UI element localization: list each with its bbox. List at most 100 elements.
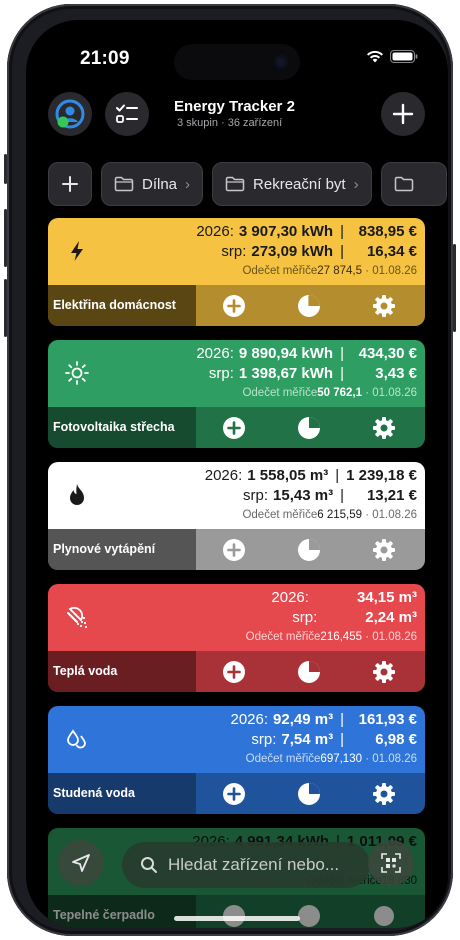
- checklist-icon: [116, 104, 138, 123]
- group-chip-label: Rekreační byt: [253, 175, 346, 193]
- settings-button[interactable]: [372, 660, 396, 684]
- stats-button[interactable]: [297, 782, 321, 806]
- folder-icon: [394, 176, 413, 192]
- battery-icon: [390, 50, 418, 63]
- add-group-button[interactable]: [48, 162, 92, 206]
- month-row: srp: 7,54 m³ | 6,98 €: [251, 731, 417, 748]
- device-card-hot-water[interactable]: 2026: 34,15 m³ srp: 2,24 m³ Odečet měřiče2…: [48, 584, 425, 692]
- folder-icon: [114, 176, 134, 192]
- card-actions-bar: Elektřina domácnost: [48, 285, 425, 326]
- year-row: 2026: 1 558,05 m³ | 1 239,18 €: [204, 467, 417, 484]
- plus-icon: [62, 176, 78, 192]
- flame-icon: [70, 484, 84, 505]
- card-summary: 2026: 9 890,94 kWh | 434,30 € srp: 1 398,67 …: [48, 340, 425, 407]
- app-subtitle: 3 skupin · 36 zařízení: [177, 117, 283, 129]
- group-chip-label: Dílna: [142, 175, 178, 193]
- gear-icon: [372, 538, 395, 561]
- year-row: 2026: 3 907,30 kWh | 838,95 €: [196, 223, 417, 240]
- card-actions-bar: Plynové vytápění: [48, 529, 425, 570]
- action-button: [4, 154, 7, 184]
- pie-chart-icon: [297, 538, 320, 561]
- plus-circle-icon: [222, 660, 245, 683]
- month-row: srp: 273,09 kWh | 16,34 €: [221, 243, 417, 260]
- settings-button[interactable]: [372, 782, 396, 806]
- bottom-bar: Hledat zařízení nebo...: [26, 830, 448, 928]
- screen: 21:09 Energy Tracker 2 3 skupin · 36 zař…: [26, 20, 448, 928]
- gear-icon: [372, 660, 395, 683]
- meter-reading: Odečet měřiče216,455 · 01.08.26: [245, 631, 417, 643]
- location-arrow-icon: [72, 854, 90, 872]
- card-name: Studená voda: [48, 773, 196, 814]
- card-actions-bar: Studená voda: [48, 773, 425, 814]
- device-card-photovoltaics[interactable]: 2026: 9 890,94 kWh | 434,30 € srp: 1 398,67 …: [48, 340, 425, 448]
- meter-reading: Odečet měřiče27 874,5 · 01.08.26: [242, 265, 417, 277]
- search-placeholder: Hledat zařízení nebo...: [168, 855, 340, 874]
- card-name: Plynové vytápění: [48, 529, 196, 570]
- card-name: Fotovoltaika střecha: [48, 407, 196, 448]
- device-card-electricity[interactable]: 2026: 3 907,30 kWh | 838,95 € srp: 273,09 kW…: [48, 218, 425, 326]
- add-reading-button[interactable]: [222, 416, 246, 440]
- app-title: Energy Tracker 2: [174, 98, 295, 115]
- card-actions-bar: Teplá voda: [48, 651, 425, 692]
- group-chip-partial[interactable]: [380, 162, 447, 206]
- dynamic-island: [174, 44, 300, 80]
- drops-icon: [67, 729, 86, 749]
- settings-button[interactable]: [372, 538, 396, 562]
- power-button: [453, 244, 456, 332]
- add-reading-button[interactable]: [222, 538, 246, 562]
- month-row: srp: 1 398,67 kWh | 3,43 €: [208, 365, 417, 382]
- add-reading-button[interactable]: [222, 660, 246, 684]
- plus-circle-icon: [222, 782, 245, 805]
- group-chip-rekreacni-byt[interactable]: Rekreační byt ›: [212, 162, 372, 206]
- year-row: 2026: 34,15 m³: [271, 589, 417, 606]
- profile-button[interactable]: [48, 92, 92, 136]
- shower-icon: [67, 606, 88, 629]
- meter-reading: Odečet měřiče50 762,1 · 01.08.26: [242, 387, 417, 399]
- card-summary: 2026: 92,49 m³ | 161,93 € srp: 7,54 m³ | 6,98 …: [48, 706, 425, 773]
- year-row: 2026: 92,49 m³ | 161,93 €: [230, 711, 418, 728]
- gear-icon: [372, 416, 395, 439]
- add-reading-button[interactable]: [222, 782, 246, 806]
- add-button[interactable]: [381, 92, 425, 136]
- profile-icon: [55, 99, 85, 129]
- bolt-icon: [71, 241, 83, 261]
- stats-button[interactable]: [297, 294, 321, 318]
- card-name: Elektřina domácnost: [48, 285, 196, 326]
- qr-code-icon: [381, 853, 401, 873]
- meter-reading: Odečet měřiče6 215,59 · 01.08.26: [242, 509, 417, 521]
- plus-icon: [392, 103, 414, 125]
- device-card-cold-water[interactable]: 2026: 92,49 m³ | 161,93 € srp: 7,54 m³ | 6,98 …: [48, 706, 425, 814]
- month-row: srp: 15,43 m³ | 13,21 €: [243, 487, 417, 504]
- card-actions-bar: Fotovoltaika střecha: [48, 407, 425, 448]
- checklist-button[interactable]: [105, 92, 149, 136]
- pie-chart-icon: [297, 782, 320, 805]
- card-summary: 2026: 34,15 m³ srp: 2,24 m³ Odečet měřiče2…: [48, 584, 425, 651]
- plus-circle-icon: [222, 294, 245, 317]
- qr-scan-button[interactable]: [368, 840, 414, 886]
- stats-button[interactable]: [297, 538, 321, 562]
- location-button[interactable]: [58, 840, 104, 886]
- search-field[interactable]: Hledat zařízení nebo...: [122, 842, 370, 888]
- meter-reading: Odečet měřiče697,130 · 01.08.26: [245, 753, 417, 765]
- device-card-gas[interactable]: 2026: 1 558,05 m³ | 1 239,18 € srp: 15,43 m³…: [48, 462, 425, 570]
- stats-button[interactable]: [297, 416, 321, 440]
- wifi-icon: [367, 50, 383, 63]
- month-row: srp: 2,24 m³: [292, 609, 417, 626]
- group-chips: Dílna › Rekreační byt ›: [48, 162, 447, 206]
- add-reading-button[interactable]: [222, 294, 246, 318]
- card-summary: 2026: 3 907,30 kWh | 838,95 € srp: 273,09 kW…: [48, 218, 425, 285]
- settings-button[interactable]: [372, 416, 396, 440]
- status-icons: [366, 50, 418, 63]
- status-time: 21:09: [80, 48, 130, 69]
- stats-button[interactable]: [297, 660, 321, 684]
- sun-icon: [65, 361, 89, 385]
- group-chip-dilna[interactable]: Dílna ›: [101, 162, 204, 206]
- camera: [274, 55, 288, 69]
- gear-icon: [372, 782, 395, 805]
- home-indicator: [174, 916, 300, 921]
- plus-circle-icon: [222, 538, 245, 561]
- settings-button[interactable]: [372, 294, 396, 318]
- card-name: Teplá voda: [48, 651, 196, 692]
- year-row: 2026: 9 890,94 kWh | 434,30 €: [196, 345, 417, 362]
- search-icon: [141, 857, 157, 873]
